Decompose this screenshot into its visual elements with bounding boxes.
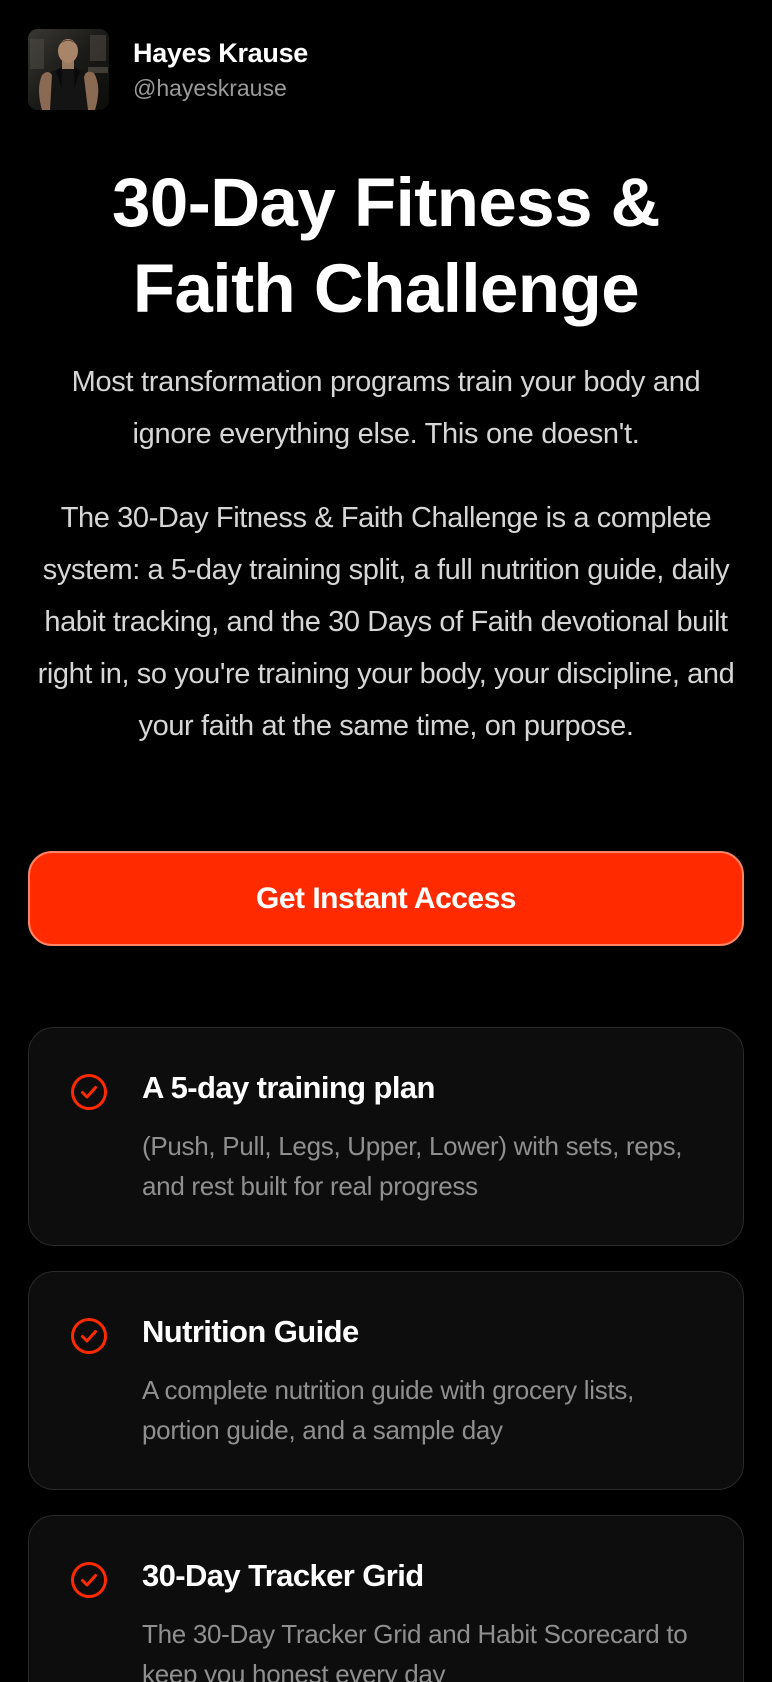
check-circle-icon xyxy=(70,1073,108,1111)
feature-title: Nutrition Guide xyxy=(142,1314,359,1349)
feature-card-nutrition-guide: Nutrition Guide A complete nutrition gui… xyxy=(28,1271,744,1490)
get-instant-access-button[interactable]: Get Instant Access xyxy=(28,851,744,946)
page: Hayes Krause @hayeskrause 30-Day Fitness… xyxy=(0,0,772,1682)
creator-profile[interactable]: Hayes Krause @hayeskrause xyxy=(28,29,308,110)
feature-description: (Push, Pull, Legs, Upper, Lower) with se… xyxy=(142,1131,683,1201)
feature-list: A 5-day training plan (Push, Pull, Legs,… xyxy=(28,1027,744,1682)
feature-card-training-plan: A 5-day training plan (Push, Pull, Legs,… xyxy=(28,1027,744,1246)
page-title: 30-Day Fitness & Faith Challenge xyxy=(111,164,661,327)
feature-card-tracker-grid: 30-Day Tracker Grid The 30-Day Tracker G… xyxy=(28,1515,744,1682)
feature-title: 30-Day Tracker Grid xyxy=(142,1558,424,1593)
feature-description: A complete nutrition guide with grocery … xyxy=(142,1375,634,1445)
avatar-photo xyxy=(28,29,109,110)
feature-title: A 5-day training plan xyxy=(142,1070,435,1105)
description-text: The 30-Day Fitness & Faith Challenge is … xyxy=(37,502,735,742)
intro-text: Most transformation programs train your … xyxy=(71,366,701,450)
creator-handle: @hayeskrause xyxy=(133,74,287,101)
check-circle-icon xyxy=(70,1561,108,1599)
feature-description: The 30-Day Tracker Grid and Habit Scorec… xyxy=(142,1619,688,1682)
check-circle-icon xyxy=(70,1317,108,1355)
avatar[interactable] xyxy=(28,29,109,110)
profile-text: Hayes Krause @hayeskrause xyxy=(133,36,308,104)
creator-name: Hayes Krause xyxy=(133,37,309,68)
